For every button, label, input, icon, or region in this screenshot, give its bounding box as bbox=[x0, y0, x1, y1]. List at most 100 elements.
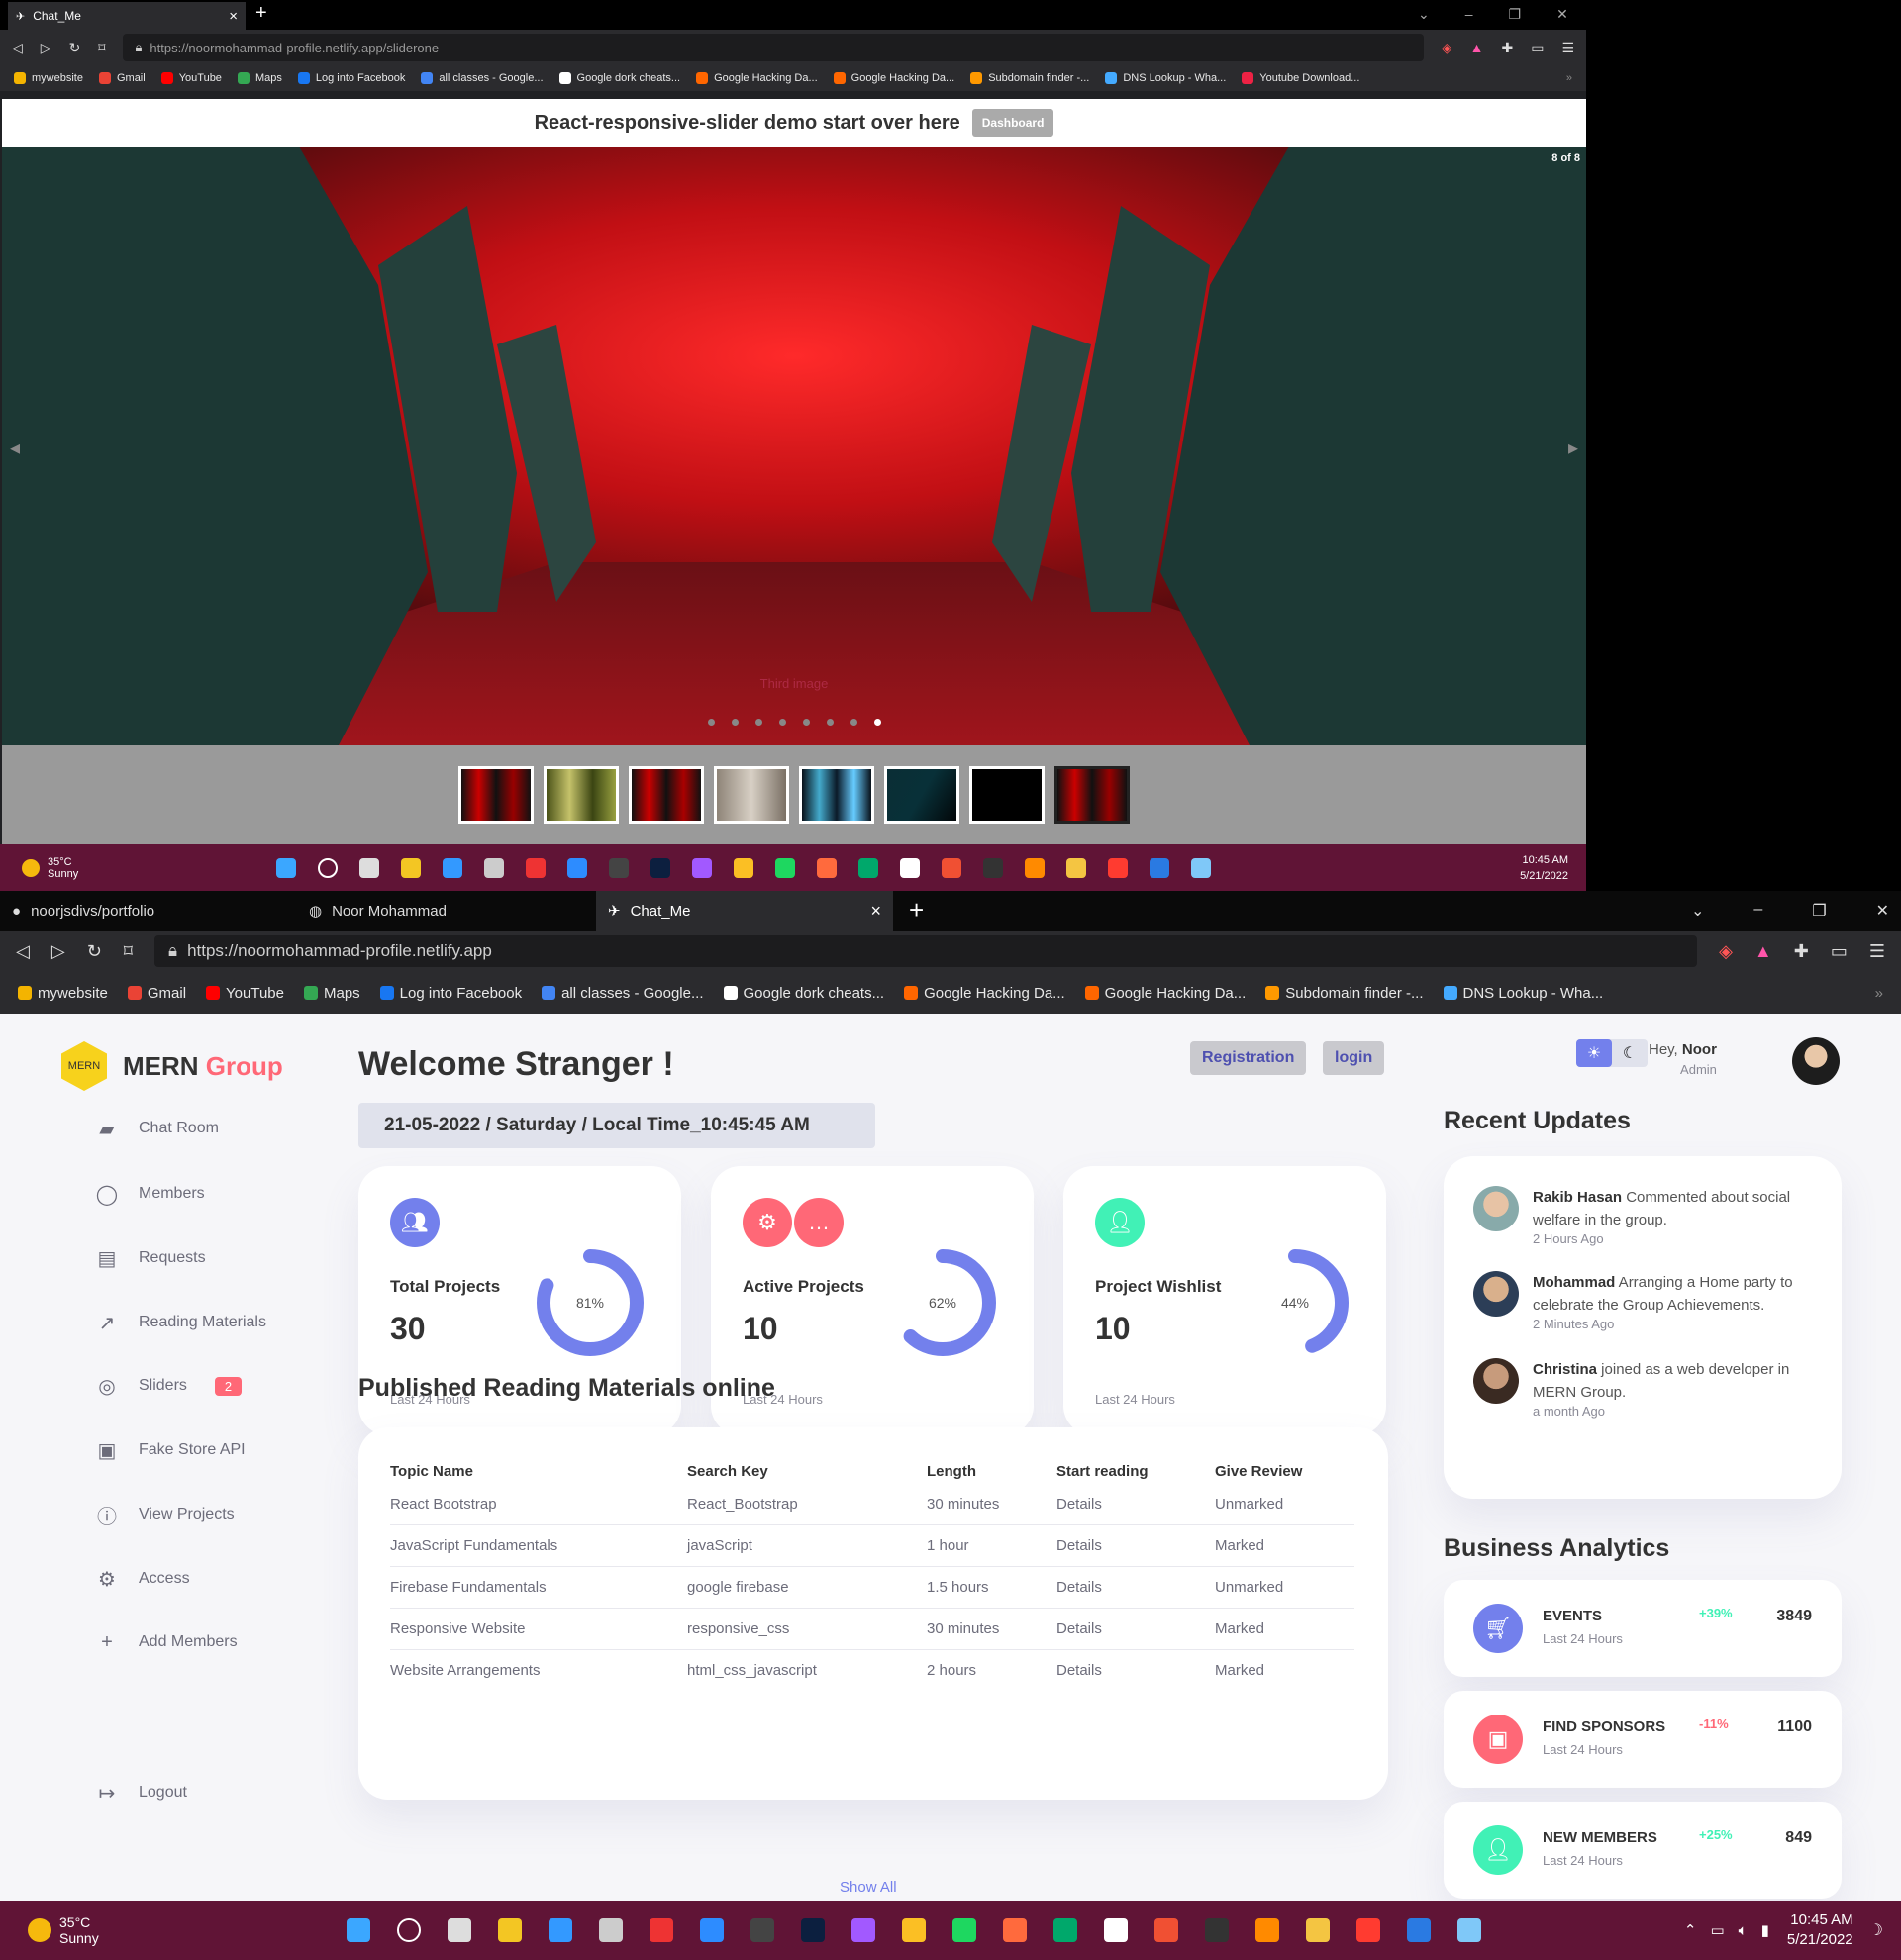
slide-dot[interactable] bbox=[754, 719, 762, 726]
slide-dot[interactable] bbox=[826, 719, 834, 726]
notepad-icon[interactable] bbox=[900, 857, 921, 878]
thumbnail-active[interactable] bbox=[1054, 766, 1130, 824]
windows-icon[interactable] bbox=[276, 857, 297, 878]
thumbnail[interactable] bbox=[629, 766, 704, 824]
spotify-icon[interactable] bbox=[775, 857, 796, 878]
forward-icon[interactable]: ▷ bbox=[41, 40, 51, 56]
taskview-icon[interactable] bbox=[359, 857, 380, 878]
zoom-icon[interactable] bbox=[567, 857, 588, 878]
tab-github[interactable]: ● noorjsdivs/portfolio bbox=[0, 891, 297, 931]
explorer-icon[interactable] bbox=[1305, 1918, 1330, 1942]
bookmarks-more-icon[interactable]: » bbox=[1566, 72, 1572, 84]
forward-icon[interactable]: ▷ bbox=[51, 941, 65, 962]
notepad-icon[interactable] bbox=[1103, 1918, 1128, 1942]
anydesk-icon[interactable] bbox=[526, 857, 547, 878]
bookmark-icon[interactable]: ⌑ bbox=[124, 941, 133, 962]
sidebar-item-sliders[interactable]: ◎ Sliders 2 bbox=[95, 1374, 243, 1398]
slide-dot[interactable] bbox=[778, 719, 786, 726]
wallet-icon[interactable]: ▭ bbox=[1831, 941, 1848, 962]
chevron-down-icon[interactable]: ⌄ bbox=[1691, 901, 1704, 921]
new-tab-icon[interactable]: + bbox=[255, 2, 267, 25]
bookmark-item[interactable]: Subdomain finder -... bbox=[970, 72, 1089, 84]
explorer-icon[interactable] bbox=[1066, 857, 1087, 878]
taskview-icon[interactable] bbox=[447, 1918, 471, 1942]
details-link[interactable]: Details bbox=[1056, 1484, 1215, 1525]
brave-shield-icon[interactable]: ◈ bbox=[1442, 40, 1452, 56]
details-link[interactable]: Details bbox=[1056, 1566, 1215, 1609]
obs-icon[interactable] bbox=[609, 857, 630, 878]
obs-icon[interactable] bbox=[750, 1918, 774, 1942]
store-icon[interactable] bbox=[401, 857, 422, 878]
sublime-icon[interactable] bbox=[734, 857, 754, 878]
thumbnail[interactable] bbox=[799, 766, 874, 824]
minimize-icon[interactable]: – bbox=[1465, 6, 1473, 23]
sidebar-item-chat-room[interactable]: ▰ Chat Room bbox=[95, 1117, 219, 1140]
menu-icon[interactable]: ☰ bbox=[1869, 941, 1885, 962]
sidebar-item-fake-store-api[interactable]: ▣ Fake Store API bbox=[95, 1438, 246, 1462]
update-item[interactable]: Mohammad Arranging a Home party to celeb… bbox=[1473, 1271, 1810, 1331]
registration-button[interactable]: Registration bbox=[1190, 1041, 1307, 1075]
restore-icon[interactable]: ❐ bbox=[1812, 901, 1826, 921]
postman-icon[interactable] bbox=[817, 857, 838, 878]
brave-rewards-icon[interactable]: ▲ bbox=[1754, 941, 1772, 962]
analytics-events[interactable]: 🛒︎ EVENTS Last 24 Hours +39% 3849 bbox=[1444, 1580, 1842, 1677]
details-link[interactable]: Details bbox=[1056, 1650, 1215, 1692]
brave-rewards-icon[interactable]: ▲ bbox=[1470, 40, 1484, 55]
terminal-icon[interactable] bbox=[1204, 1918, 1229, 1942]
taskbar-clock[interactable]: 10:45 AM 5/21/2022 bbox=[1787, 1911, 1853, 1950]
bookmark-item[interactable]: Google Hacking Da... bbox=[1084, 985, 1246, 1002]
box-icon[interactable] bbox=[484, 857, 505, 878]
close-window-icon[interactable]: ✕ bbox=[1556, 6, 1568, 23]
details-link[interactable]: Details bbox=[1056, 1608, 1215, 1650]
windows-icon[interactable] bbox=[346, 1918, 370, 1942]
logo[interactable]: MERN MERN Group bbox=[61, 1041, 283, 1091]
close-window-icon[interactable]: ✕ bbox=[1876, 901, 1889, 921]
sidebar-item-members[interactable]: ◯ Members bbox=[95, 1182, 205, 1206]
zoom-icon[interactable] bbox=[699, 1918, 724, 1942]
bookmark-item[interactable]: Youtube Download... bbox=[1242, 72, 1359, 84]
bookmark-item[interactable]: Maps bbox=[303, 985, 360, 1002]
login-button[interactable]: login bbox=[1323, 1041, 1385, 1075]
thumbnail[interactable] bbox=[884, 766, 959, 824]
thumbnail[interactable] bbox=[458, 766, 534, 824]
mongodb-icon[interactable] bbox=[858, 857, 879, 878]
sidebar-item-view-projects[interactable]: ⓘ View Projects bbox=[95, 1503, 235, 1528]
weather-widget[interactable]: 35°C Sunny bbox=[28, 1914, 99, 1946]
weather-widget[interactable]: 35°C Sunny bbox=[22, 856, 78, 880]
sun-icon[interactable]: ☀ bbox=[1576, 1039, 1612, 1067]
bookmark-item[interactable]: all classes - Google... bbox=[542, 985, 704, 1002]
photoshop-icon[interactable] bbox=[800, 1918, 825, 1942]
card-project-wishlist[interactable]: 👤︎ Project Wishlist 10 Last 24 Hours 44% bbox=[1063, 1166, 1386, 1435]
vscode-icon[interactable] bbox=[1406, 1918, 1431, 1942]
sidebar-item-access[interactable]: ⚙ Access bbox=[95, 1567, 190, 1591]
new-tab-icon[interactable]: + bbox=[909, 895, 924, 926]
tab-chat-me[interactable]: ✈ Chat_Me × bbox=[596, 891, 893, 931]
network-icon[interactable]: ▭ bbox=[1710, 1921, 1724, 1939]
bookmark-item[interactable]: mywebsite bbox=[14, 72, 83, 84]
postman-icon[interactable] bbox=[1002, 1918, 1027, 1942]
volume-icon[interactable]: 🔈︎ bbox=[1739, 1922, 1748, 1939]
wallet-icon[interactable]: ▭ bbox=[1531, 40, 1544, 56]
chevron-down-icon[interactable]: ⌄ bbox=[1418, 6, 1430, 23]
bookmark-item[interactable]: DNS Lookup - Wha... bbox=[1443, 985, 1603, 1002]
avatar[interactable] bbox=[1792, 1037, 1840, 1085]
bookmark-item[interactable]: Google dork cheats... bbox=[723, 985, 884, 1002]
slide-dot[interactable] bbox=[802, 719, 810, 726]
bookmark-item[interactable]: all classes - Google... bbox=[421, 72, 544, 84]
git-icon[interactable] bbox=[942, 857, 962, 878]
git-icon[interactable] bbox=[1153, 1918, 1178, 1942]
sublime-icon[interactable] bbox=[901, 1918, 926, 1942]
show-all-link[interactable]: Show All bbox=[840, 1879, 897, 1896]
sidebar-item-logout[interactable]: ↦ Logout bbox=[95, 1781, 187, 1805]
bookmark-item[interactable]: Google Hacking Da... bbox=[833, 72, 954, 84]
bookmark-item[interactable]: mywebsite bbox=[18, 985, 108, 1002]
spotify-icon[interactable] bbox=[951, 1918, 976, 1942]
notification-icon[interactable]: ☽ bbox=[1869, 1920, 1883, 1940]
reload-icon[interactable]: ↻ bbox=[87, 941, 102, 962]
box-icon[interactable] bbox=[598, 1918, 623, 1942]
sidebar-item-add-members[interactable]: + Add Members bbox=[95, 1630, 237, 1654]
taskbar-clock[interactable]: 10:45 AM 5/21/2022 bbox=[1520, 852, 1568, 884]
bookmark-item[interactable]: Google Hacking Da... bbox=[696, 72, 818, 84]
analytics-new-members[interactable]: 👤︎ NEW MEMBERS Last 24 Hours +25% 849 bbox=[1444, 1802, 1842, 1899]
extensions-icon[interactable]: ✚ bbox=[1794, 941, 1809, 962]
